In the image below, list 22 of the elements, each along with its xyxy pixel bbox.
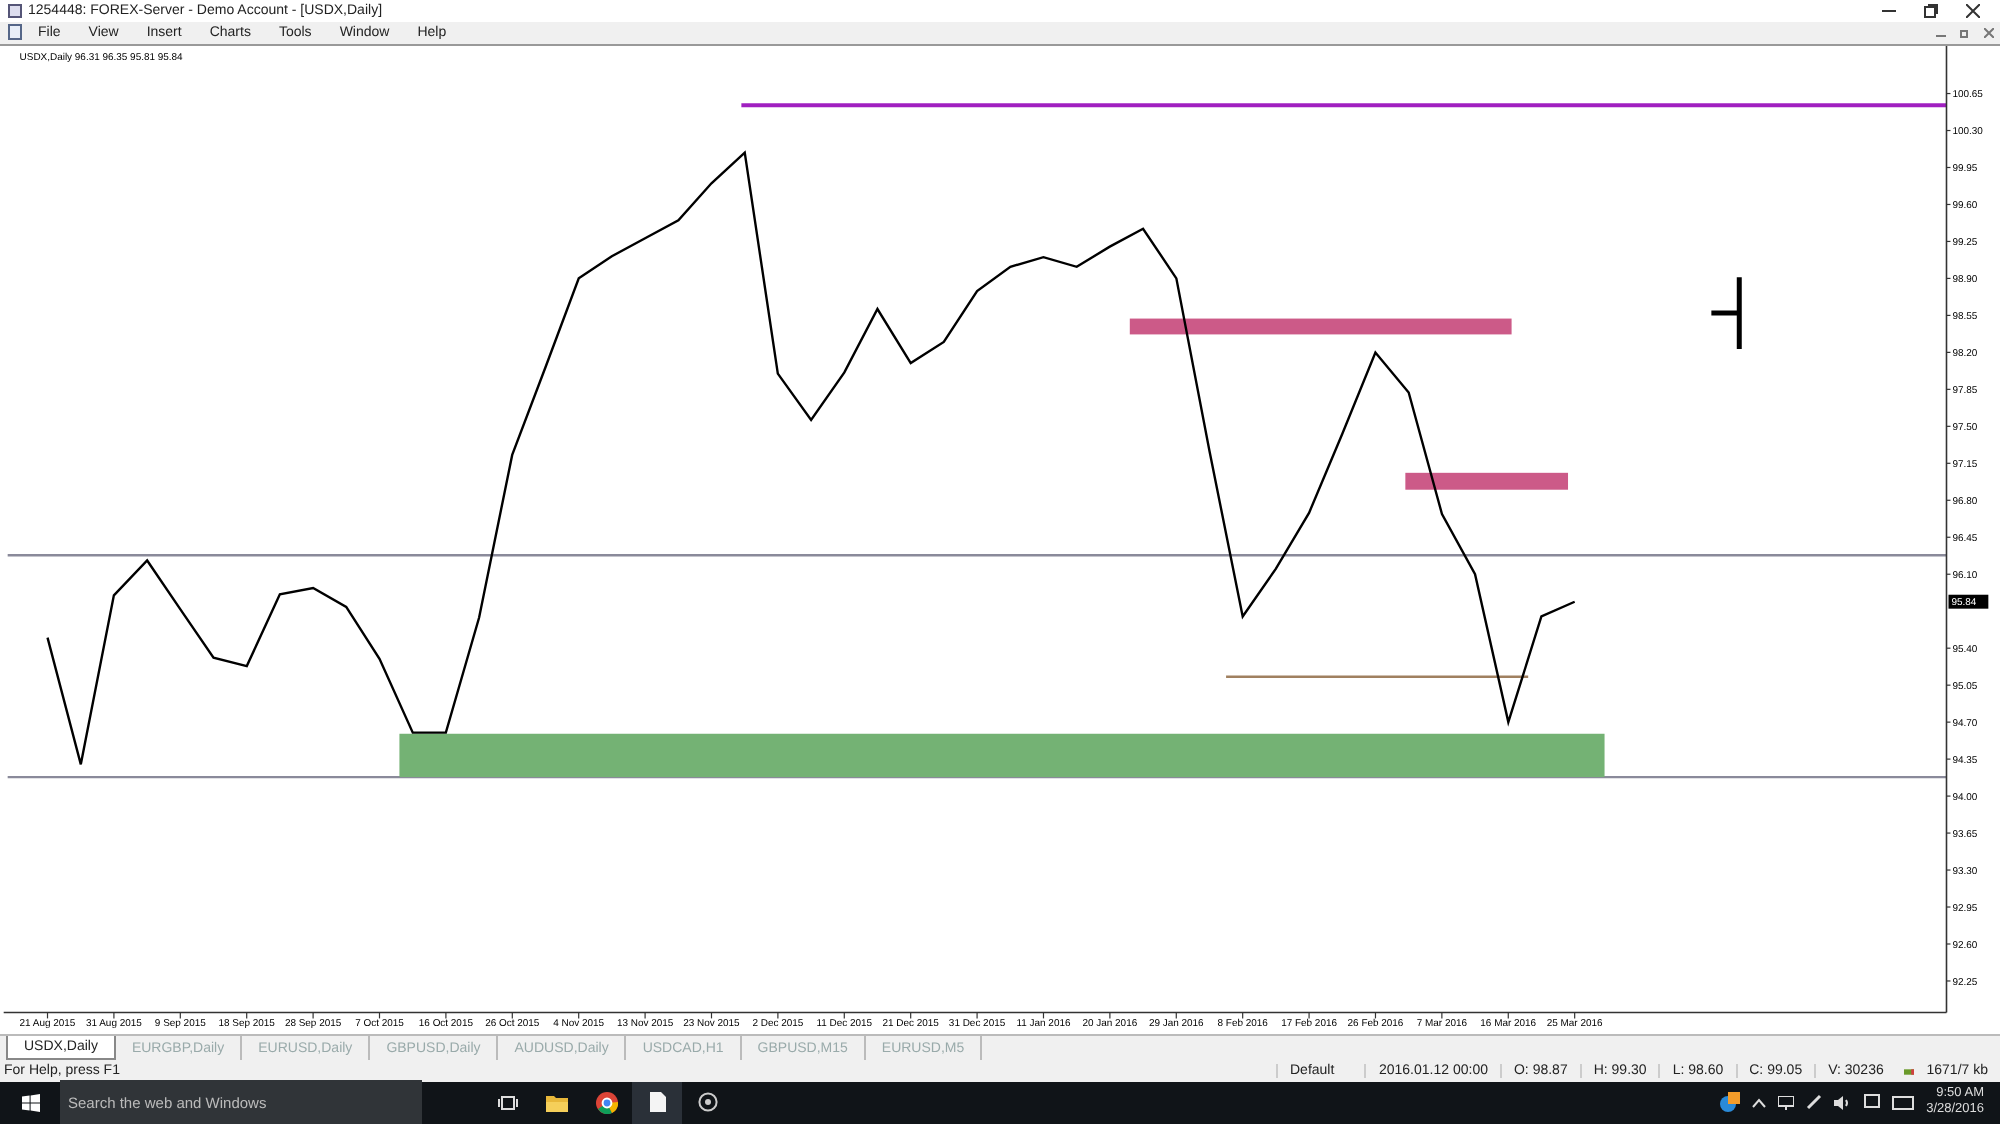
chevron-up-icon[interactable]: [1752, 1097, 1767, 1108]
task-view-icon[interactable]: [497, 1095, 517, 1110]
volume-icon[interactable]: [1834, 1095, 1853, 1110]
folder-icon[interactable]: [546, 1093, 568, 1112]
zone-rectangle[interactable]: [1405, 472, 1569, 490]
close-icon[interactable]: [1966, 3, 1980, 18]
app-circle-icon[interactable]: [697, 1092, 717, 1113]
notification-app-icon[interactable]: [1720, 1092, 1741, 1113]
horizontal-line[interactable]: [7, 775, 1947, 779]
restore-icon[interactable]: [1960, 27, 1970, 38]
maximize-icon[interactable]: [1924, 3, 1938, 18]
browser-icon[interactable]: [596, 1091, 618, 1114]
app-icon: [8, 3, 22, 18]
windows-logo-icon[interactable]: [21, 1093, 39, 1112]
keyboard-icon[interactable]: [1892, 1095, 1915, 1110]
pen-icon[interactable]: [1806, 1094, 1823, 1111]
horizontal-line[interactable]: [7, 553, 1947, 557]
document-icon[interactable]: [649, 1092, 665, 1113]
connection-bars-icon: [1903, 1065, 1915, 1077]
message-icon[interactable]: [1864, 1094, 1881, 1111]
trend-line[interactable]: [741, 102, 1947, 107]
marker-drawing[interactable]: [1708, 274, 1742, 352]
